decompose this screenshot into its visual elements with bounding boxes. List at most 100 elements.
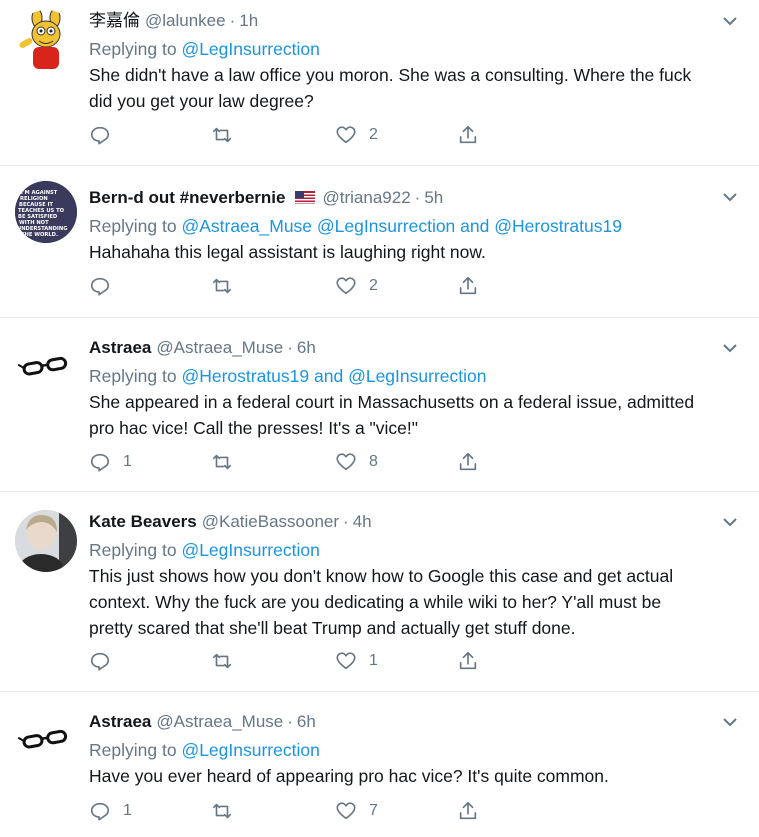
share-icon — [459, 452, 477, 471]
timestamp[interactable]: 5h — [424, 187, 443, 209]
tweet-text: Hahahaha this legal assistant is laughin… — [89, 239, 739, 265]
retweet-icon — [212, 653, 232, 669]
share-button[interactable] — [457, 123, 479, 147]
avatar[interactable] — [15, 510, 77, 572]
share-button[interactable] — [457, 450, 479, 474]
retweet-icon — [212, 278, 232, 294]
like-icon — [336, 453, 356, 471]
tweet[interactable]: I'M AGAINST RELIGION BECAUSE IT TEACHES … — [0, 166, 759, 318]
tweet-text-line: She didn't have a law office you moron. … — [89, 65, 692, 85]
timestamp[interactable]: 6h — [297, 711, 316, 733]
author-handle[interactable]: @lalunkee — [145, 10, 226, 32]
avatar[interactable] — [15, 336, 77, 398]
retweet-button[interactable] — [211, 649, 245, 673]
like-count: 1 — [369, 652, 378, 669]
chevron-down-icon[interactable] — [723, 717, 737, 727]
tweet[interactable]: Astraea @Astraea_Muse · 6h Replying to @… — [0, 318, 759, 492]
reply-button[interactable] — [89, 649, 123, 673]
reply-button[interactable] — [89, 274, 123, 298]
chevron-down-icon[interactable] — [723, 517, 737, 527]
author-name[interactable]: Astraea — [89, 337, 151, 359]
author-name[interactable]: Kate Beavers — [89, 511, 197, 533]
tweet-text-line: pro hac vice! Call the presses! It's a "… — [89, 418, 418, 438]
tweet[interactable]: 李嘉倫 @lalunkee · 1h Replying to @LegInsur… — [0, 0, 759, 166]
like-button[interactable]: 2 — [335, 274, 378, 298]
tweet[interactable]: Astraea @Astraea_Muse · 6h Replying to @… — [0, 692, 759, 837]
tweet-text-line: context. Why the fuck are you dedicating… — [89, 592, 662, 612]
retweet-button[interactable] — [211, 799, 245, 823]
share-button[interactable] — [457, 799, 479, 823]
like-button[interactable]: 8 — [335, 450, 378, 474]
author-name[interactable]: 李嘉倫 — [89, 10, 140, 32]
separator-dot: · — [287, 338, 293, 357]
mention-link[interactable]: @Herostratus19 — [181, 366, 309, 386]
retweet-button[interactable] — [211, 123, 245, 147]
reply-icon — [90, 126, 110, 145]
mention-conjunction: and — [314, 366, 344, 386]
retweet-button[interactable] — [211, 450, 245, 474]
tweet-text-line: pretty scared that she'll beat Trump and… — [89, 618, 576, 638]
share-icon — [459, 125, 477, 144]
like-icon — [336, 126, 356, 144]
avatar[interactable] — [15, 10, 77, 72]
reply-button[interactable]: 1 — [89, 450, 132, 474]
tweet-text-line: She appeared in a federal court in Massa… — [89, 392, 695, 412]
reply-icon — [90, 802, 110, 821]
retweet-icon — [212, 454, 232, 470]
author-handle[interactable]: @Astraea_Muse — [156, 711, 283, 733]
tweet-text-line: did you get your law degree? — [89, 91, 314, 111]
share-icon — [459, 651, 477, 670]
separator-dot: · — [229, 11, 236, 30]
chevron-down-icon[interactable] — [723, 16, 737, 26]
tweet-text-line: Have you ever heard of appearing pro hac… — [89, 766, 609, 786]
mention-link[interactable]: @Herostratus19 — [494, 216, 622, 236]
like-button[interactable]: 7 — [335, 799, 378, 823]
replying-to: Replying to @Herostratus19 and @LegInsur… — [89, 363, 739, 389]
like-button[interactable]: 2 — [335, 123, 378, 147]
tweet-text: She didn't have a law office you moron. … — [89, 62, 739, 114]
timestamp[interactable]: 1h — [239, 10, 258, 32]
tweet-text: She appeared in a federal court in Massa… — [89, 389, 739, 441]
mention-link[interactable]: @LegInsurrection — [181, 39, 319, 59]
like-icon — [336, 802, 356, 820]
like-icon — [336, 277, 356, 295]
author-handle[interactable]: @KatieBassooner — [202, 511, 339, 533]
replying-to: Replying to @LegInsurrection — [89, 537, 739, 563]
author-name[interactable]: Astraea — [89, 711, 151, 733]
timestamp[interactable]: 4h — [353, 511, 372, 533]
mention-link[interactable]: @Astraea_Muse @LegInsurrection — [181, 216, 455, 236]
author-handle[interactable]: @triana922 — [323, 187, 411, 209]
mention-link[interactable]: @LegInsurrection — [181, 540, 319, 560]
reply-icon — [90, 652, 110, 671]
chevron-down-icon[interactable] — [723, 192, 737, 202]
replying-to: Replying to @Astraea_Muse @LegInsurrecti… — [89, 213, 739, 239]
tweet-text: Have you ever heard of appearing pro hac… — [89, 763, 739, 789]
replying-label: Replying to — [89, 216, 177, 236]
like-button[interactable]: 1 — [335, 649, 378, 673]
mention-link[interactable]: @LegInsurrection — [348, 366, 486, 386]
us-flag-icon — [294, 191, 315, 204]
like-count: 2 — [369, 126, 378, 143]
reply-button[interactable]: 1 — [89, 799, 132, 823]
like-count: 2 — [369, 277, 378, 294]
like-count: 7 — [369, 802, 378, 819]
tweet[interactable]: Kate Beavers @KatieBassooner · 4h Replyi… — [0, 492, 759, 692]
replying-label: Replying to — [89, 540, 177, 560]
share-button[interactable] — [457, 274, 479, 298]
retweet-button[interactable] — [211, 274, 245, 298]
avatar[interactable] — [15, 709, 77, 771]
reply-count: 1 — [123, 802, 132, 819]
chevron-down-icon[interactable] — [723, 343, 737, 353]
share-button[interactable] — [457, 649, 479, 673]
reply-button[interactable] — [89, 123, 123, 147]
avatar[interactable]: I'M AGAINST RELIGION BECAUSE IT TEACHES … — [15, 181, 77, 243]
tweet-text-line: This just shows how you don't know how t… — [89, 566, 674, 586]
reply-icon — [90, 277, 110, 296]
author-handle[interactable]: @Astraea_Muse — [156, 337, 283, 359]
replying-to: Replying to @LegInsurrection — [89, 737, 739, 763]
separator-dot: · — [287, 712, 293, 731]
author-name[interactable]: Bern-d out #neverbernie — [89, 187, 286, 209]
mention-link[interactable]: @LegInsurrection — [181, 740, 319, 760]
timestamp[interactable]: 6h — [297, 337, 316, 359]
separator-dot: · — [414, 188, 421, 207]
